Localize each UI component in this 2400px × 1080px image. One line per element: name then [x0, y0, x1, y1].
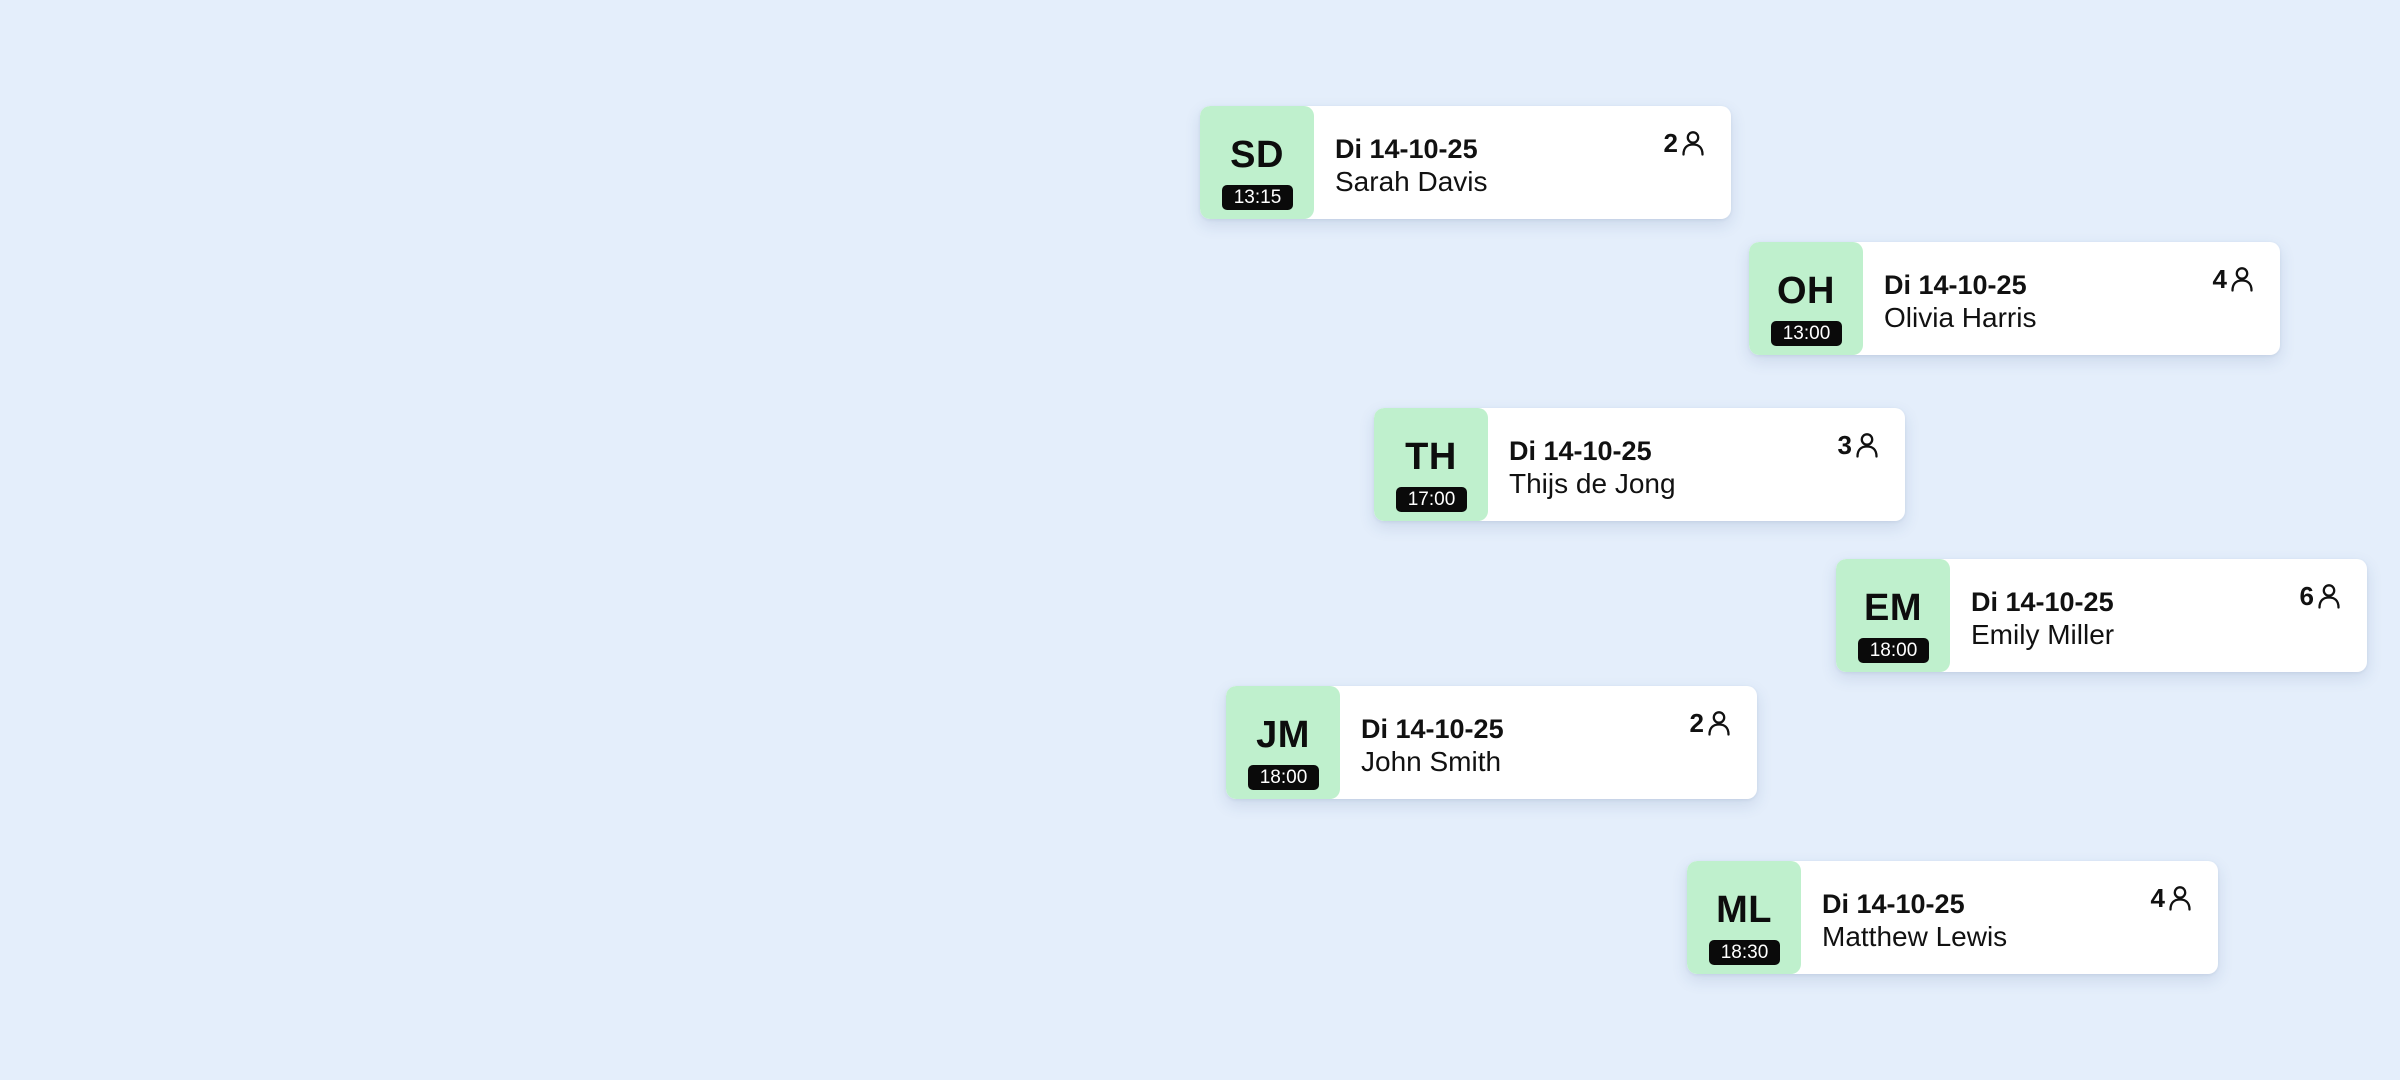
guest-initials: EM: [1864, 587, 1922, 629]
person-icon: [2318, 584, 2340, 609]
guest-count: 4: [2212, 264, 2227, 294]
reservation-card[interactable]: ML 18:30 Di 14-10-25 Matthew Lewis 4: [1687, 861, 2218, 974]
reservation-info: Di 14-10-25 Thijs de Jong 3: [1488, 408, 1905, 521]
guest-initials: ML: [1716, 889, 1772, 931]
time-badge: 17:00: [1396, 487, 1467, 512]
guest-count: 2: [1663, 128, 1678, 158]
reservation-info: Di 14-10-25 John Smith 2: [1340, 686, 1757, 799]
reservation-date: Di 14-10-25: [1822, 889, 1965, 919]
time-badge: 13:00: [1771, 321, 1842, 346]
time-badge: 18:00: [1858, 638, 1929, 663]
guest-count: 3: [1837, 430, 1852, 460]
reservation-date: Di 14-10-25: [1509, 436, 1652, 466]
person-icon: [2231, 267, 2253, 292]
guest-initials: OH: [1777, 270, 1835, 312]
person-icon: [1856, 433, 1878, 458]
reservation-date: Di 14-10-25: [1971, 587, 2114, 617]
person-icon: [2169, 886, 2191, 911]
reservation-card[interactable]: SD 13:15 Di 14-10-25 Sarah Davis 2: [1200, 106, 1731, 219]
guest-count-badge: 3: [1838, 432, 1879, 458]
avatar: SD 13:15: [1200, 106, 1314, 219]
guest-name: Thijs de Jong: [1509, 468, 1676, 499]
reservation-card[interactable]: JM 18:00 Di 14-10-25 John Smith 2: [1226, 686, 1757, 799]
guest-count-badge: 6: [2300, 583, 2341, 609]
reservation-date: Di 14-10-25: [1884, 270, 2027, 300]
guest-count: 2: [1689, 708, 1704, 738]
reservation-date: Di 14-10-25: [1361, 714, 1504, 744]
guest-count: 6: [2299, 581, 2314, 611]
guest-count: 4: [2150, 883, 2165, 913]
guest-initials: SD: [1230, 134, 1284, 176]
person-icon: [1682, 131, 1704, 156]
guest-initials: JM: [1256, 714, 1310, 756]
avatar: TH 17:00: [1374, 408, 1488, 521]
time-badge: 18:00: [1248, 765, 1319, 790]
guest-name: Matthew Lewis: [1822, 921, 2008, 952]
reservation-date: Di 14-10-25: [1335, 134, 1478, 164]
guest-name: John Smith: [1361, 746, 1502, 777]
reservation-info: Di 14-10-25 Emily Miller 6: [1950, 559, 2367, 672]
guest-name: Olivia Harris: [1884, 302, 2037, 333]
guest-initials: TH: [1405, 436, 1457, 478]
avatar: EM 18:00: [1836, 559, 1950, 672]
avatar: ML 18:30: [1687, 861, 1801, 974]
guest-count-badge: 2: [1664, 130, 1705, 156]
reservation-card[interactable]: EM 18:00 Di 14-10-25 Emily Miller 6: [1836, 559, 2367, 672]
reservation-info: Di 14-10-25 Sarah Davis 2: [1314, 106, 1731, 219]
reservation-card[interactable]: TH 17:00 Di 14-10-25 Thijs de Jong 3: [1374, 408, 1905, 521]
avatar: OH 13:00: [1749, 242, 1863, 355]
reservation-card[interactable]: OH 13:00 Di 14-10-25 Olivia Harris 4: [1749, 242, 2280, 355]
avatar: JM 18:00: [1226, 686, 1340, 799]
reservation-info: Di 14-10-25 Matthew Lewis 4: [1801, 861, 2218, 974]
time-badge: 13:15: [1222, 185, 1293, 210]
guest-count-badge: 4: [2151, 885, 2192, 911]
guest-count-badge: 2: [1690, 710, 1731, 736]
guest-name: Sarah Davis: [1335, 166, 1488, 197]
person-icon: [1708, 711, 1730, 736]
reservation-info: Di 14-10-25 Olivia Harris 4: [1863, 242, 2280, 355]
time-badge: 18:30: [1709, 940, 1780, 965]
guest-name: Emily Miller: [1971, 619, 2115, 650]
guest-count-badge: 4: [2213, 266, 2254, 292]
